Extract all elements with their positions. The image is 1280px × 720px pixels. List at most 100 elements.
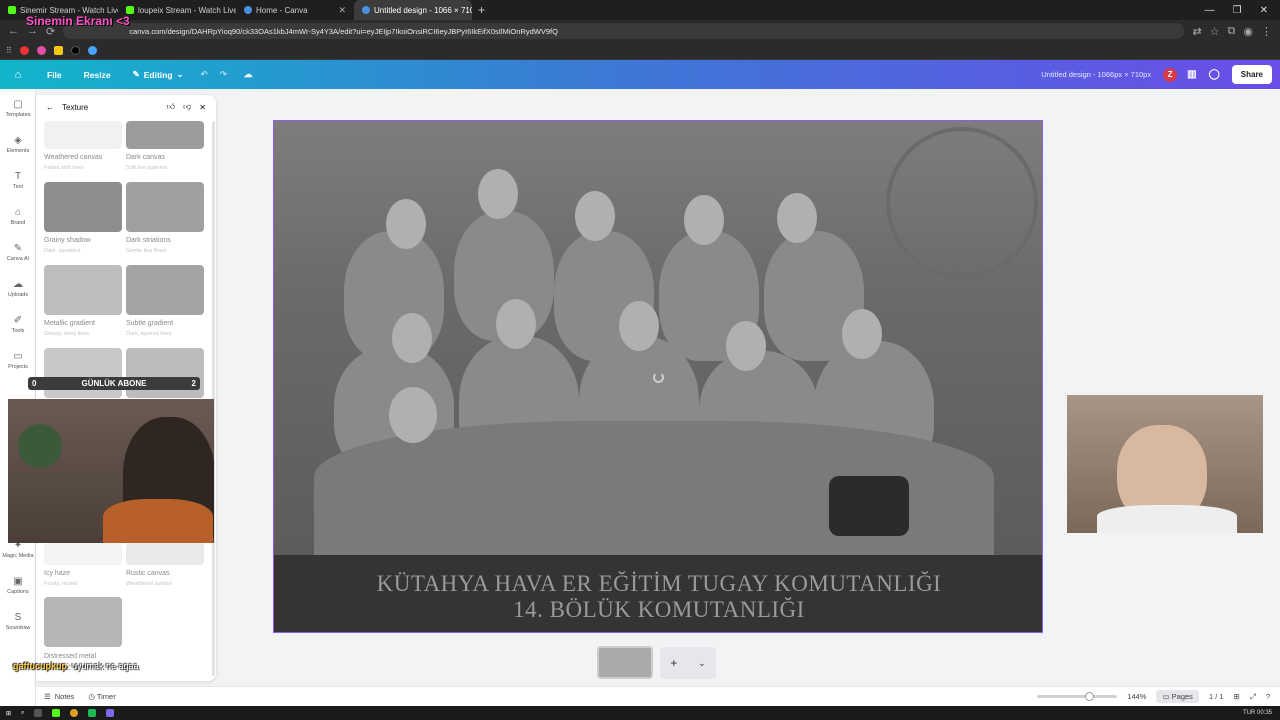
new-tab-button[interactable]: + (472, 3, 491, 17)
caption-line-2[interactable]: 14. BÖLÜK KOMUTANLIĞI (274, 597, 1042, 623)
chat-text: : uyumak ne agaa (67, 661, 139, 671)
editing-dropdown[interactable]: ✎ Editing ⌄ (122, 69, 195, 80)
zoom-slider-handle[interactable] (1085, 692, 1095, 701)
sidebar-item-label: Tools (11, 328, 25, 334)
texture-thumb-distressed-metal[interactable] (44, 597, 122, 647)
texture-thumb[interactable] (44, 348, 122, 398)
avatar[interactable]: Z (1163, 67, 1178, 82)
clock[interactable]: 00:35 (1257, 710, 1272, 716)
person-face (386, 199, 426, 249)
pinterest-icon[interactable] (36, 46, 46, 55)
back-arrow-icon[interactable]: ← (46, 103, 54, 112)
browser-tab[interactable]: loupeix Stream - Watch Live ✕ (118, 0, 236, 20)
zoom-slider[interactable] (1037, 692, 1118, 701)
search-icon[interactable]: ⌕ (21, 710, 24, 717)
youtube-icon[interactable] (19, 46, 29, 55)
texture-thumb-rustic-canvas[interactable] (126, 543, 204, 565)
redo-button[interactable]: ↷ (214, 69, 233, 80)
sidebar-item-soundraw[interactable]: S Soundraw (0, 612, 36, 631)
taskbar-app-icon[interactable] (106, 709, 115, 717)
add-page-button[interactable]: + (670, 656, 677, 670)
tab-title: loupeix Stream - Watch Live (138, 5, 236, 15)
taskbar-app-icon[interactable] (34, 709, 43, 717)
url-field[interactable]: canva.com/design/DAHRpYioq90/ck33OAs1kbJ… (63, 23, 1185, 39)
timer-icon: ◷ (88, 692, 95, 701)
chevron-down-icon: ⌄ (176, 69, 184, 79)
apps-icon[interactable]: ⠿ (6, 46, 12, 55)
sidebar-item-uploads[interactable]: ☁ Uploads (0, 279, 36, 298)
seal-text: HAVA ER EĞİTİM TUGAY KOMUTANLIĞI (899, 251, 1025, 271)
thumbs-up-icon[interactable]: 👍︎ (167, 102, 175, 112)
insights-icon[interactable]: ▥ (1187, 69, 1196, 80)
texture-thumb-dark-canvas[interactable] (126, 121, 204, 149)
file-menu[interactable]: File (36, 70, 73, 80)
texture-thumb-grainy-shadow[interactable] (44, 182, 122, 232)
grid-view-icon[interactable]: ⊞ (1234, 692, 1240, 701)
bookmark-icon[interactable] (53, 46, 63, 55)
sidebar-item-templates[interactable]: ▢ Templates (0, 99, 36, 118)
sidebar-item-elements[interactable]: ◈ Elements (0, 135, 36, 154)
texture-thumb-subtle-gradient[interactable] (126, 265, 204, 315)
close-icon[interactable]: ✕ (338, 5, 346, 16)
bookmark-star-icon[interactable]: ☆ (1210, 25, 1220, 38)
elements-icon: ◈ (14, 135, 22, 146)
profile-icon[interactable]: ◉ (1243, 25, 1253, 38)
sidebar-item-tools[interactable]: ✐ Tools (0, 315, 36, 334)
bookmark-icon[interactable] (87, 46, 97, 55)
undo-button[interactable]: ↶ (195, 69, 214, 80)
browser-tab[interactable]: Home - Canva ✕ (236, 0, 354, 20)
sidebar-item-text[interactable]: T Text (0, 171, 36, 190)
language-indicator[interactable]: TUR (1243, 710, 1255, 716)
texture-thumb-icy-haze[interactable] (44, 543, 122, 565)
person-face (575, 191, 615, 241)
texture-thumb-dark-striations[interactable] (126, 182, 204, 232)
page-thumbnail[interactable] (597, 646, 653, 679)
caption-line-1[interactable]: KÜTAHYA HAVA ER EĞİTİM TUGAY KOMUTANLIĞI (274, 571, 1042, 597)
sidebar-item-canva-ai[interactable]: ✎ Canva AI (0, 243, 36, 262)
tiktok-icon[interactable] (70, 46, 80, 55)
add-page-control: + ⌄ (660, 647, 716, 679)
daily-subscriber-counter: 0 GÜNLÜK ABONE 2 (28, 377, 200, 390)
menu-icon[interactable]: ⋮ (1261, 25, 1272, 38)
resize-button[interactable]: Resize (73, 70, 122, 80)
design-title[interactable]: Untitled design - 1066px × 710px (1041, 70, 1163, 79)
texture-thumb-metallic-gradient[interactable] (44, 265, 122, 315)
person-face (478, 169, 518, 219)
cloud-save-icon[interactable]: ☁ (233, 69, 264, 80)
maximize-button[interactable]: ❐ (1233, 5, 1242, 16)
back-icon[interactable]: ← (8, 25, 19, 37)
chevron-down-icon[interactable]: ⌄ (698, 658, 706, 669)
browser-tab-active[interactable]: Untitled design - 1066 × 710px ✕ (354, 0, 472, 20)
fullscreen-icon[interactable]: ⤢ (1250, 692, 1256, 702)
thumbs-down-icon[interactable]: 👎︎ (183, 102, 191, 112)
home-icon[interactable]: ⌂ (0, 69, 36, 81)
sidebar-item-captions[interactable]: ▣ Captions (0, 576, 36, 595)
sidebar-item-label: Projects (8, 364, 28, 370)
design-caption[interactable]: KÜTAHYA HAVA ER EĞİTİM TUGAY KOMUTANLIĞI… (274, 555, 1042, 632)
pages-button[interactable]: ▭ Pages (1156, 690, 1199, 703)
taskbar-app-icon[interactable] (88, 709, 97, 717)
zoom-level[interactable]: 144% (1127, 692, 1146, 701)
close-window-button[interactable]: ✕ (1260, 5, 1268, 16)
texture-thumb-weathered-canvas[interactable] (44, 121, 122, 149)
templates-icon: ▢ (13, 99, 23, 110)
translate-icon[interactable]: ⇄ (1192, 25, 1201, 38)
taskbar-app-icon[interactable] (52, 709, 61, 717)
timer-button[interactable]: ◷ Timer (74, 692, 115, 701)
share-button[interactable]: Share (1231, 65, 1272, 84)
texture-description: Gentle line flows (126, 248, 167, 254)
sidebar-item-brand[interactable]: ⌂ Brand (0, 207, 36, 226)
photo-image[interactable] (274, 121, 1042, 561)
comment-icon[interactable]: ◯ (1209, 69, 1220, 80)
sidebar-item-projects[interactable]: ▭ Projects (0, 351, 36, 370)
close-icon[interactable]: ✕ (199, 103, 206, 112)
texture-thumb[interactable] (126, 348, 204, 398)
chrome-icon[interactable] (70, 709, 79, 717)
help-icon[interactable]: ? (1266, 692, 1270, 701)
texture-name: Grainy shadow (44, 237, 91, 244)
texture-description: Dark, speckled (44, 248, 81, 254)
minimize-button[interactable]: — (1205, 5, 1215, 16)
windows-start-icon[interactable]: ⊞ (6, 710, 11, 717)
notes-button[interactable]: ☰ Notes (36, 692, 74, 701)
extensions-icon[interactable]: ⧉ (1228, 25, 1236, 38)
